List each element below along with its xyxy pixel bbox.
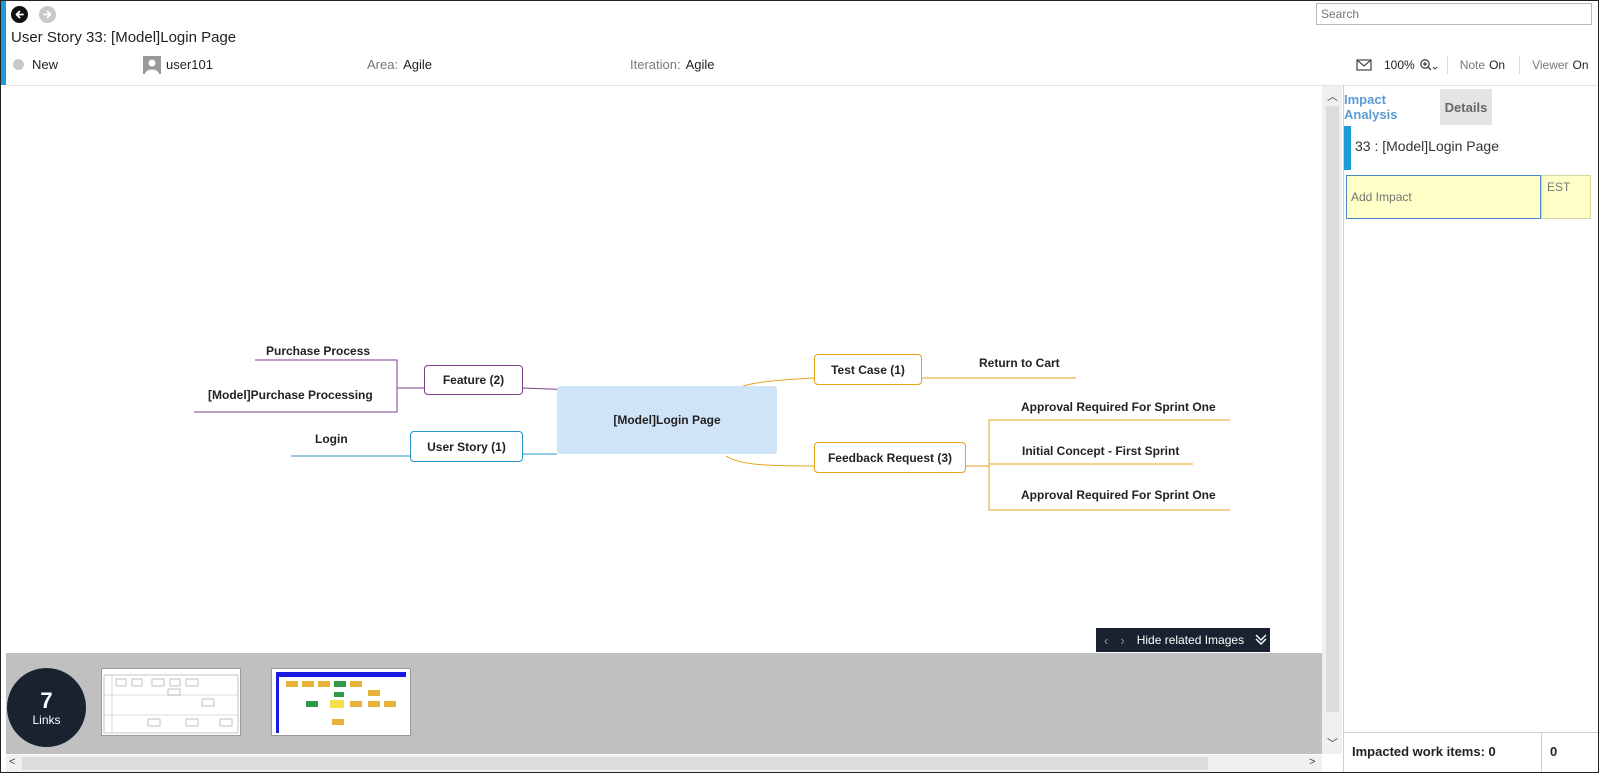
links-label: Links [32,712,61,727]
tab-impact-analysis[interactable]: Impact Analysis [1344,89,1439,125]
test-case-node[interactable]: Test Case (1) [814,354,922,385]
area-field[interactable]: Area: Agile [367,57,432,72]
iteration-label: Iteration: [630,57,681,72]
prev-image-icon[interactable]: ‹ [1104,633,1108,648]
feedback-child-approval-1[interactable]: Approval Required For Sprint One [1021,400,1216,414]
back-button[interactable] [11,6,28,23]
scroll-right-icon[interactable]: > [1309,756,1315,768]
est-field[interactable]: EST [1541,175,1591,219]
scroll-up-icon[interactable]: ︿ [1327,88,1338,104]
add-impact-input[interactable] [1346,175,1541,219]
area-value: Agile [403,57,432,72]
hide-images-label: Hide related Images [1136,633,1245,647]
toolbar-divider [1446,56,1448,74]
forward-button[interactable] [39,6,56,23]
user-story-node[interactable]: User Story (1) [410,431,523,462]
state-indicator-icon [13,59,24,70]
scroll-left-icon[interactable]: < [9,756,15,768]
workflow-diagram-thumbnail [276,672,406,733]
vertical-scrollbar-thumb[interactable] [1326,106,1339,712]
note-toggle[interactable]: Note On [1460,58,1505,72]
mindmap-canvas[interactable]: [Model]Login Page Feature (2) Purchase P… [6,86,1306,652]
mindmap-connectors [194,359,1230,511]
viewer-value: On [1572,58,1589,72]
next-image-icon[interactable]: › [1120,633,1124,648]
page-title: User Story 33: [Model]Login Page [11,29,237,46]
assignee-name[interactable]: user101 [166,57,213,72]
scroll-down-icon[interactable]: ﹀ [1327,735,1338,751]
mail-icon[interactable] [1356,59,1372,71]
test-case-child-return-to-cart[interactable]: Return to Cart [979,356,1060,370]
arrow-right-icon [43,10,52,19]
related-image-thumbnail[interactable] [101,668,241,736]
hide-related-images-bar[interactable]: ‹ › Hide related Images [1096,628,1270,652]
avatar [143,56,161,74]
feature-child-model-purchase-processing[interactable]: [Model]Purchase Processing [208,388,373,402]
iteration-field[interactable]: Iteration: Agile [630,57,715,72]
process-diagram-thumbnail [103,674,239,734]
toolbar: 100% Note On Viewer On [1356,56,1589,74]
user-icon [145,59,159,74]
arrow-left-icon [15,10,24,19]
panel-footer-divider [1344,732,1599,733]
feedback-child-approval-2[interactable]: Approval Required For Sprint One [1021,488,1216,502]
search-input[interactable] [1316,3,1592,25]
note-label: Note [1459,58,1486,72]
state-label[interactable]: New [32,57,58,72]
iteration-value: Agile [685,57,715,72]
viewer-label: Viewer [1532,58,1569,72]
area-label: Area: [367,57,399,72]
impacted-work-items-label: Impacted work items: 0 [1352,744,1496,759]
feature-child-purchase-process[interactable]: Purchase Process [266,344,370,358]
impacted-total: 0 [1550,744,1558,759]
horizontal-scrollbar-thumb[interactable] [22,757,1208,770]
tab-details[interactable]: Details [1440,89,1492,125]
panel-accent-bar [1344,126,1351,170]
feedback-request-node[interactable]: Feedback Request (3) [814,442,966,473]
zoom-level: 100% [1384,58,1415,72]
collapse-chevron-icon [1255,634,1267,645]
toolbar-divider [1519,56,1521,74]
links-count: 7 [40,687,53,713]
note-value: On [1489,58,1506,72]
panel-footer-separator [1541,733,1542,773]
feedback-child-initial-concept[interactable]: Initial Concept - First Sprint [1022,444,1179,458]
panel-item-title: 33 : [Model]Login Page [1355,138,1499,154]
related-image-thumbnail[interactable] [271,668,411,736]
links-counter[interactable]: 7 Links [7,668,86,747]
accent-bar [0,1,6,85]
user-story-child-login[interactable]: Login [315,432,348,446]
center-node[interactable]: [Model]Login Page [557,386,777,454]
zoom-dropdown-icon[interactable] [1419,58,1439,72]
viewer-toggle[interactable]: Viewer On [1532,58,1588,72]
feature-node[interactable]: Feature (2) [424,365,523,395]
